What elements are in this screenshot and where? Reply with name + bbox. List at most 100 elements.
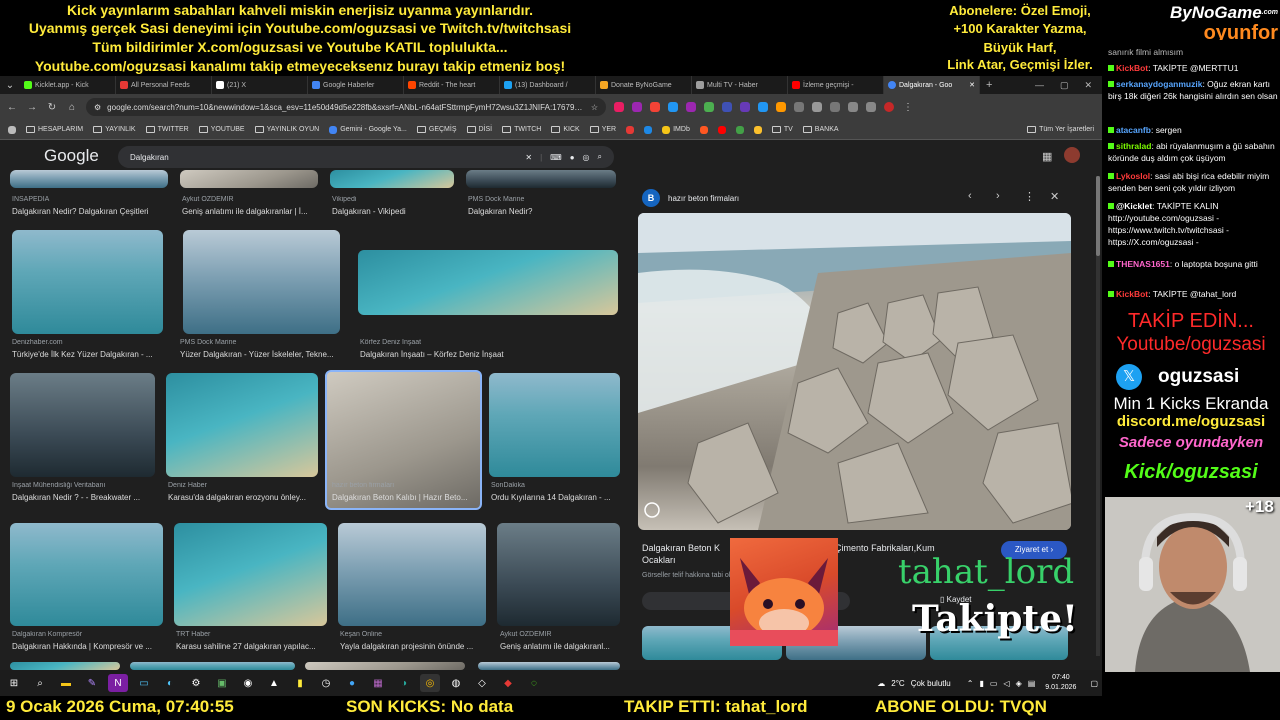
download-icon[interactable] [848, 102, 858, 112]
close-preview-icon[interactable]: ✕ [1050, 190, 1059, 203]
url-bar[interactable]: ⚙ google.com/search?num=10&newwindow=1&s… [86, 98, 606, 116]
edge-icon[interactable]: ◑ [394, 674, 414, 692]
bookmark-folder[interactable]: KICK [551, 126, 580, 133]
close-tab-icon[interactable]: ✕ [969, 81, 975, 89]
bookmark-folder[interactable]: TWITCH [502, 126, 541, 133]
tray-chevron-icon[interactable]: ⌃ [967, 679, 974, 688]
weather-label[interactable]: Çok bulutlu [911, 679, 951, 688]
result-image[interactable] [330, 170, 454, 188]
extension-icon[interactable] [758, 102, 768, 112]
tab-youtube-history[interactable]: İzleme geçmişi - [788, 76, 884, 94]
file-explorer-icon[interactable]: ▬ [56, 674, 76, 692]
result-image[interactable] [180, 170, 318, 188]
tab-kicklet[interactable]: Kicklet.app - Kick [20, 76, 116, 94]
result-image[interactable] [183, 230, 340, 334]
chat-user[interactable]: Lykoslol [1116, 171, 1150, 181]
search-icon[interactable]: ⌕ [30, 674, 50, 692]
mic-icon[interactable]: ● [570, 153, 575, 162]
close-window-icon[interactable]: ✕ [1084, 80, 1092, 91]
prev-icon[interactable]: ‹ [968, 190, 972, 202]
result-title[interactable]: Geniş anlatımı ile dalgakıranl... [500, 642, 620, 651]
apps-icon[interactable] [8, 125, 16, 134]
mic-tray-icon[interactable]: ▮ [979, 679, 983, 688]
extension-icon[interactable] [686, 102, 696, 112]
bookmark-folder[interactable]: YOUTUBE [198, 126, 245, 133]
chat-user[interactable]: sithralad [1116, 141, 1151, 151]
bookmark-imdb[interactable]: IMDb [662, 125, 690, 134]
language-icon[interactable]: ▤ [1028, 679, 1036, 688]
chat-user[interactable]: @Kicklet [1116, 201, 1152, 211]
extension-icon[interactable] [830, 102, 840, 112]
google-logo[interactable]: Google [44, 146, 99, 166]
onenote-icon[interactable]: N [108, 674, 128, 692]
extension-icon[interactable] [740, 102, 750, 112]
extension-icon[interactable] [668, 102, 678, 112]
extension-icon[interactable] [632, 102, 642, 112]
chat-user[interactable]: THENAS1651 [1116, 259, 1170, 269]
site-info-icon[interactable]: ⚙ [94, 103, 101, 112]
result-title[interactable]: Yüzer Dalgakıran - Yüzer İskeleler, Tekn… [180, 350, 345, 359]
result-image[interactable] [497, 523, 620, 626]
home-icon[interactable]: ⌂ [66, 102, 78, 113]
result-image-selected[interactable] [325, 370, 482, 510]
result-image[interactable] [174, 523, 327, 626]
next-icon[interactable]: › [996, 190, 1000, 202]
maximize-icon[interactable]: ▢ [1060, 80, 1069, 91]
bookmark-icon[interactable] [699, 125, 708, 134]
result-image[interactable] [10, 523, 163, 626]
result-image[interactable] [478, 662, 620, 670]
extension-icon[interactable] [614, 102, 624, 112]
tab-donate[interactable]: Donate ByNoGame [596, 76, 692, 94]
bookmark-folder[interactable]: TV [771, 126, 793, 133]
weather-temp[interactable]: 2°C [891, 679, 904, 688]
settings-icon[interactable]: ⚙ [186, 674, 206, 692]
result-image[interactable] [305, 662, 465, 670]
result-image[interactable] [166, 373, 318, 477]
account-avatar[interactable] [1064, 147, 1080, 163]
taskbar-clock[interactable]: 07:40 9.01.2026 [1045, 673, 1076, 693]
result-title[interactable]: Dalgakıran Beton Kalıbı | Hazır Beto... [332, 493, 477, 502]
tab-x[interactable]: (21) X [212, 76, 308, 94]
profile-avatar[interactable] [884, 102, 894, 112]
keyboard-icon[interactable]: ⌨ [550, 153, 562, 162]
network-icon[interactable]: ▭ [990, 679, 998, 688]
app-icon[interactable]: ▦ [368, 674, 388, 692]
new-tab-icon[interactable]: + [986, 79, 992, 91]
app-icon[interactable]: ● [342, 674, 362, 692]
bookmark-folder[interactable]: DİSİ [466, 126, 492, 133]
search-box[interactable]: Dalgakıran ✕ | ⌨ ● ◎ ⌕ [118, 146, 614, 168]
result-title[interactable]: Ordu Kıyılarına 14 Dalgakıran - ... [491, 493, 619, 502]
preview-source[interactable]: hazır beton firmaları [668, 194, 739, 203]
app-icon[interactable]: ▣ [212, 674, 232, 692]
extension-icon[interactable] [650, 102, 660, 112]
result-title[interactable]: Dalgakıran Nedir ? - - Breakwater ... [12, 493, 157, 502]
lens-icon[interactable]: ◎ [583, 153, 590, 162]
bookmark-folder[interactable]: GEÇMİŞ [416, 126, 457, 133]
result-title[interactable]: Türkiye'de İlk Kez Yüzer Dalgakıran - ..… [12, 350, 162, 359]
result-title[interactable]: Dalgakıran - Vikipedi [332, 207, 456, 216]
tab-feeds[interactable]: All Personal Feeds [116, 76, 212, 94]
bookmark-icon[interactable] [644, 125, 653, 134]
app-icon[interactable]: ◇ [472, 674, 492, 692]
bookmark-folder[interactable]: BANKA [802, 126, 839, 133]
result-title[interactable]: Dalgakıran İnşaatı – Körfez Deniz İnşaat [360, 350, 560, 359]
extension-icon[interactable] [704, 102, 714, 112]
extension-icon[interactable] [722, 102, 732, 112]
bookmark-folder[interactable]: YAYINLIK OYUN [254, 126, 319, 133]
tab-multitv[interactable]: Multi TV - Haber [692, 76, 788, 94]
result-image[interactable] [12, 230, 163, 334]
result-title[interactable]: Yayla dalgakıran projesinin önünde ... [340, 642, 485, 651]
result-image[interactable] [338, 523, 486, 626]
bookmark-icon[interactable] [626, 125, 635, 134]
minimize-icon[interactable]: — [1035, 80, 1044, 91]
clock-icon[interactable]: ◷ [316, 674, 336, 692]
volume-icon[interactable]: ◁ [1003, 679, 1009, 688]
result-image[interactable] [10, 662, 120, 670]
result-title[interactable]: Karasu sahiline 27 dalgakıran yapılac... [176, 642, 326, 651]
pen-icon[interactable]: ✎ [82, 674, 102, 692]
tab-dashboard[interactable]: (13) Dashboard / [500, 76, 596, 94]
result-image[interactable] [489, 373, 620, 477]
scrollbar[interactable] [1096, 176, 1100, 656]
result-image[interactable] [358, 250, 618, 315]
chat-user[interactable]: KickBot [1116, 63, 1148, 73]
